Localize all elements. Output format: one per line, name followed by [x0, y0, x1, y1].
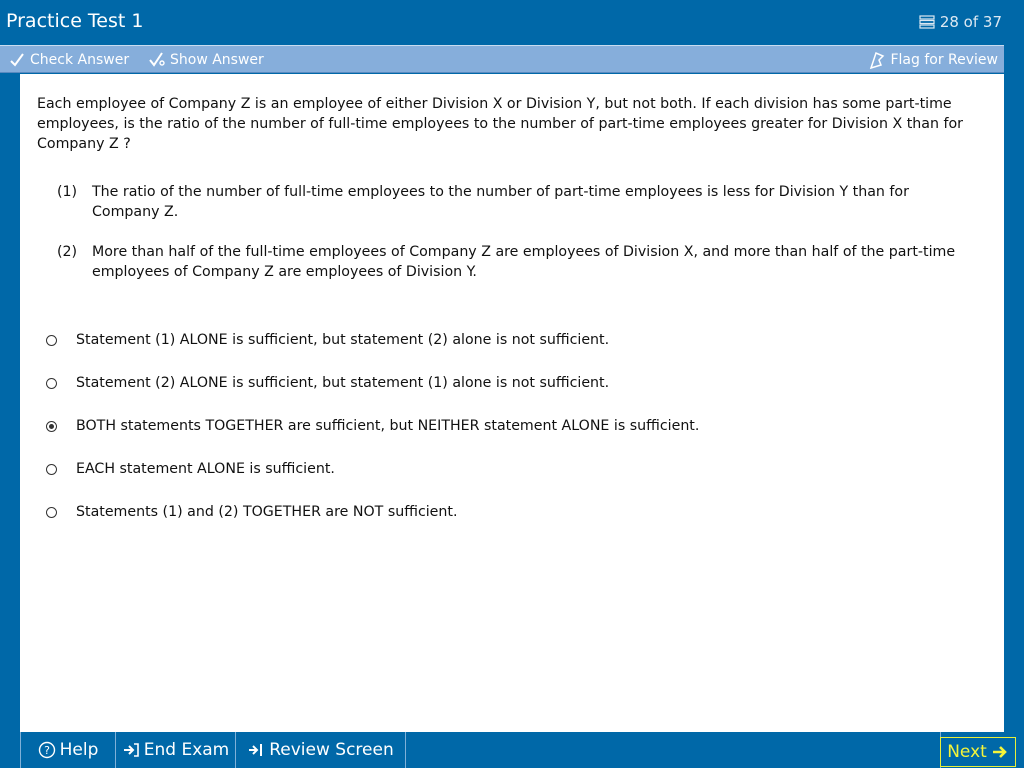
radio-button[interactable] — [46, 377, 57, 389]
question-progress: 28 of 37 — [918, 13, 1002, 31]
svg-text:?: ? — [44, 744, 50, 757]
statement-1: (1) The ratio of the number of full-time… — [57, 182, 977, 222]
next-label: Next — [947, 742, 987, 762]
question-stem: Each employee of Company Z is an employe… — [37, 96, 963, 152]
show-answer-label: Show Answer — [170, 52, 264, 68]
statement-number: (2) — [57, 244, 78, 260]
radio-button-selected[interactable] — [46, 420, 57, 432]
show-answer-button[interactable]: Show Answer — [148, 50, 264, 70]
flag-icon — [868, 51, 886, 69]
choice-text: Statement (1) ALONE is sufficient, but s… — [76, 332, 610, 348]
radio-button[interactable] — [46, 463, 57, 475]
end-exam-label: End Exam — [143, 740, 230, 760]
progress-text: 28 of 37 — [939, 13, 1002, 31]
end-exam-button[interactable]: End Exam — [116, 732, 236, 768]
check-answer-button[interactable]: Check Answer — [8, 50, 129, 70]
choice-text: Statements (1) and (2) TOGETHER are NOT … — [76, 504, 458, 520]
next-button-container: Next — [940, 732, 1024, 768]
app-title: Practice Test 1 — [6, 10, 144, 32]
statement-text: The ratio of the number of full-time emp… — [92, 184, 909, 220]
flag-for-review-label: Flag for Review — [890, 52, 998, 68]
flag-for-review-button[interactable]: Flag for Review — [868, 50, 998, 70]
answer-choice-e[interactable]: Statements (1) and (2) TOGETHER are NOT … — [44, 501, 457, 523]
toolbar: Check Answer Show Answer Flag for Review — [0, 45, 1004, 73]
review-screen-button[interactable]: Review Screen — [236, 732, 406, 768]
answer-choice-b[interactable]: Statement (2) ALONE is sufficient, but s… — [44, 372, 609, 394]
magic-check-icon — [148, 51, 166, 69]
check-icon — [8, 51, 26, 69]
answer-choice-c[interactable]: BOTH statements TOGETHER are sufficient,… — [44, 415, 699, 437]
answer-choice-d[interactable]: EACH statement ALONE is sufficient. — [44, 458, 335, 480]
statement-number: (1) — [57, 184, 78, 200]
question-panel: Each employee of Company Z is an employe… — [20, 74, 1004, 732]
arrow-right-icon — [991, 743, 1009, 761]
check-answer-label: Check Answer — [30, 52, 130, 68]
statement-text: More than half of the full-time employee… — [92, 244, 956, 280]
help-label: Help — [59, 740, 99, 760]
statement-2: (2) More than half of the full-time empl… — [57, 242, 977, 282]
radio-button[interactable] — [46, 334, 57, 346]
review-screen-label: Review Screen — [269, 740, 394, 760]
arrow-to-bar-icon — [247, 741, 265, 759]
choice-text: Statement (2) ALONE is sufficient, but s… — [76, 375, 610, 391]
exit-arrow-icon — [122, 741, 140, 759]
stack-icon — [918, 15, 936, 29]
radio-button[interactable] — [46, 506, 57, 518]
help-icon: ? — [38, 741, 56, 759]
choice-text: BOTH statements TOGETHER are sufficient,… — [76, 418, 700, 434]
title-bar: Practice Test 1 28 of 37 — [0, 0, 1024, 44]
bottom-bar: ? Help End Exam Review Screen Next — [20, 732, 1024, 768]
choice-text: EACH statement ALONE is sufficient. — [76, 461, 335, 477]
next-button[interactable]: Next — [940, 737, 1016, 767]
help-button[interactable]: ? Help — [20, 732, 116, 768]
answer-choice-a[interactable]: Statement (1) ALONE is sufficient, but s… — [44, 329, 609, 351]
